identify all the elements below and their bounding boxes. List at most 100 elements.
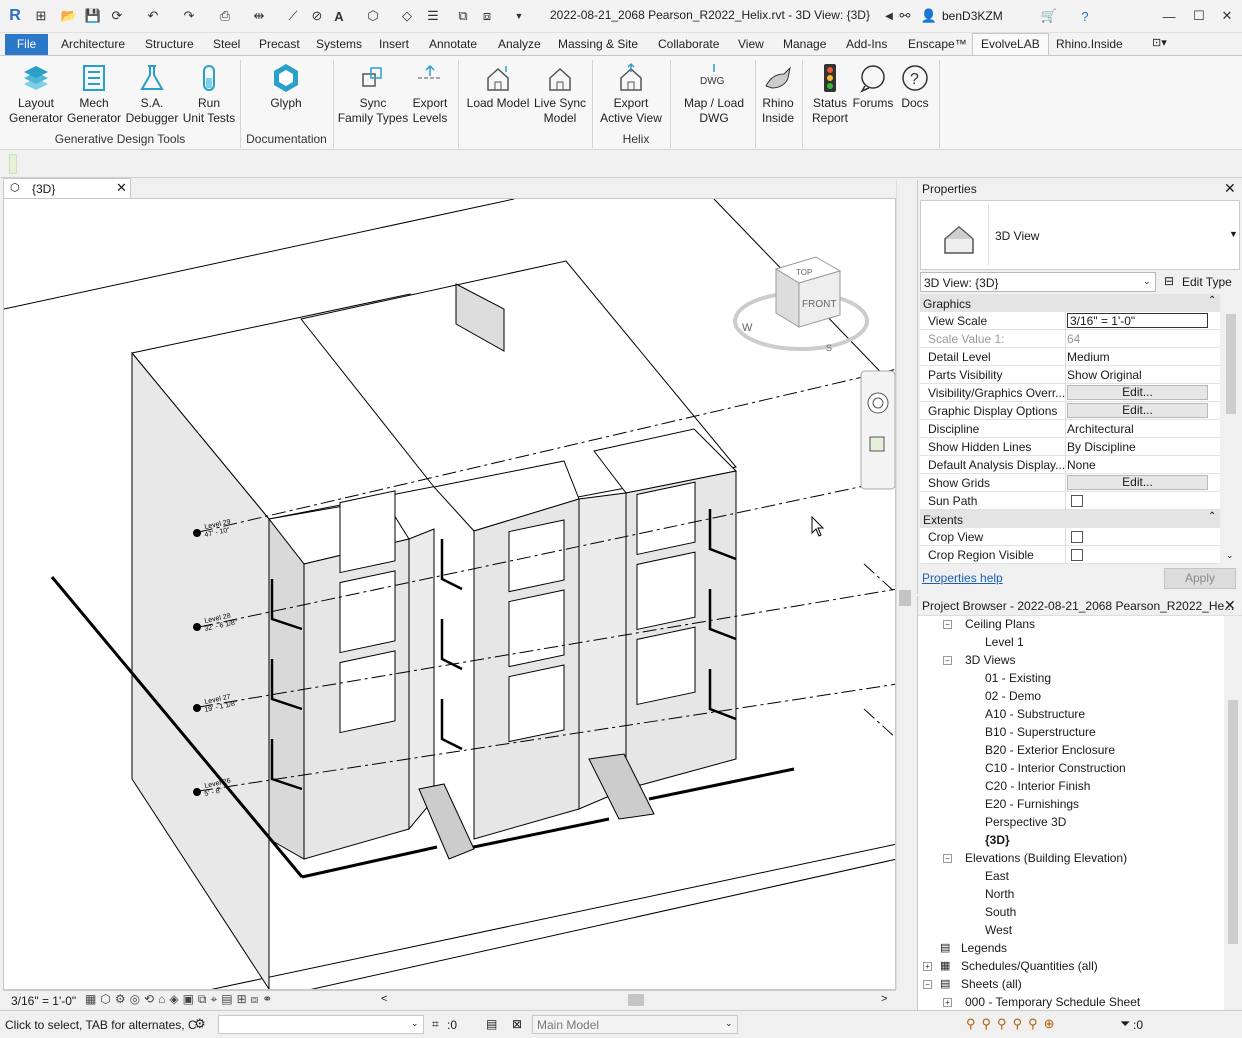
tab-massing-site[interactable]: Massing & Site xyxy=(558,37,638,51)
print-icon[interactable]: ⎙ xyxy=(216,7,234,25)
tree-view-a10[interactable]: A10 - Substructure xyxy=(985,707,1085,721)
tab-annotate[interactable]: Annotate xyxy=(429,37,477,51)
tree-view-c20[interactable]: C20 - Interior Finish xyxy=(985,779,1090,793)
group-helix[interactable]: Helix xyxy=(333,132,939,146)
binoculars-icon[interactable]: ⚯ xyxy=(896,7,914,25)
export-levels-button[interactable]: Export Levels xyxy=(408,58,452,126)
tab-precast[interactable]: Precast xyxy=(259,37,300,51)
crop-view-checkbox[interactable] xyxy=(1071,531,1083,543)
chevron-down-icon[interactable]: ⌄ xyxy=(1226,550,1234,561)
live-sync-model-button[interactable]: Live Sync Model xyxy=(532,58,588,126)
cart-icon[interactable]: 🛒 xyxy=(1040,7,1058,25)
tree-level-1[interactable]: Level 1 xyxy=(985,635,1024,649)
save-icon[interactable]: 💾 xyxy=(84,7,102,25)
group-generative-design-tools[interactable]: Generative Design Tools xyxy=(0,132,240,146)
vg-edit-button[interactable]: Edit... xyxy=(1067,385,1208,400)
revit-logo-icon[interactable]: R xyxy=(6,7,24,25)
apply-button[interactable]: Apply xyxy=(1164,568,1236,589)
tree-legends[interactable]: Legends xyxy=(961,941,1007,955)
user-icon[interactable]: 👤 xyxy=(920,7,938,25)
close-hidden-icon[interactable]: ⧉ xyxy=(454,7,472,25)
tree-elev-north[interactable]: North xyxy=(985,887,1014,901)
customize-qat-icon[interactable]: ▼ xyxy=(510,7,528,25)
tab-insert[interactable]: Insert xyxy=(379,37,409,51)
properties-help-link[interactable]: Properties help xyxy=(922,571,1003,585)
docs-button[interactable]: ? Docs xyxy=(896,58,934,111)
tab-manage[interactable]: Manage xyxy=(783,37,826,51)
tab-steel[interactable]: Steel xyxy=(213,37,240,51)
section-graphics[interactable]: Graphics ⌃ xyxy=(920,294,1220,312)
design-options-icon[interactable]: ▤ xyxy=(486,1017,497,1031)
type-selector[interactable]: 3D View ▼ xyxy=(920,200,1240,270)
expand-icon[interactable]: + xyxy=(923,962,932,971)
chevron-down-icon[interactable]: ⌄ xyxy=(1143,276,1151,287)
thin-lines-icon[interactable]: ☰ xyxy=(424,7,442,25)
user-name[interactable]: benD3KZM xyxy=(942,9,1003,23)
export-active-view-button[interactable]: Export Active View xyxy=(598,58,664,126)
tab-systems[interactable]: Systems xyxy=(316,37,362,51)
ribbon-options-icon[interactable]: ⊡▾ xyxy=(1152,36,1167,49)
grids-edit-button[interactable]: Edit... xyxy=(1067,475,1208,490)
tree-view-b10[interactable]: B10 - Superstructure xyxy=(985,725,1096,739)
tree-sheet-000[interactable]: 000 - Temporary Schedule Sheet xyxy=(965,995,1140,1009)
chevron-right-icon[interactable]: > xyxy=(881,993,887,1005)
home-icon[interactable]: ⊞ xyxy=(32,7,50,25)
dimension-icon[interactable]: ⟋ xyxy=(284,7,302,25)
status-report-button[interactable]: Status Report xyxy=(808,58,852,126)
help-icon[interactable]: ? xyxy=(1076,7,1094,25)
view-scale-control[interactable]: 3/16" = 1'-0" xyxy=(11,994,76,1008)
scrollbar-thumb[interactable] xyxy=(899,590,911,606)
tree-view-01-existing[interactable]: 01 - Existing xyxy=(985,671,1051,685)
3d-viewport[interactable]: Level 29 47' - 10" Level 28 32' - 6 1/8"… xyxy=(3,198,896,990)
tree-ceiling-plans[interactable]: Ceiling Plans xyxy=(965,617,1035,631)
exclude-options-icon[interactable]: ⊠ xyxy=(512,1017,522,1031)
collapse-icon[interactable]: − xyxy=(943,854,952,863)
scrollbar-thumb[interactable] xyxy=(1226,314,1236,414)
editable-only-icon[interactable]: ⌗ xyxy=(432,1017,439,1032)
prop-show-hidden-lines[interactable]: Show Hidden Lines By Discipline xyxy=(920,438,1220,456)
tree-sheets[interactable]: Sheets (all) xyxy=(961,977,1022,991)
tree-view-c10[interactable]: C10 - Interior Construction xyxy=(985,761,1126,775)
prop-visibility-graphics[interactable]: Visibility/Graphics Overr... Edit... xyxy=(920,384,1220,402)
gdo-edit-button[interactable]: Edit... xyxy=(1067,403,1208,418)
tree-view-b20[interactable]: B20 - Exterior Enclosure xyxy=(985,743,1115,757)
tree-schedules[interactable]: Schedules/Quantities (all) xyxy=(961,959,1098,973)
prop-parts-visibility[interactable]: Parts Visibility Show Original xyxy=(920,366,1220,384)
crop-region-checkbox[interactable] xyxy=(1071,549,1083,561)
expand-icon[interactable]: + xyxy=(943,998,952,1007)
chevron-down-icon[interactable]: ▼ xyxy=(1229,229,1238,239)
group-documentation[interactable]: Documentation xyxy=(240,132,333,146)
prop-crop-region-visible[interactable]: Crop Region Visible xyxy=(920,546,1220,564)
worksets-icon[interactable]: ⚙ xyxy=(194,1016,206,1032)
tab-add-ins[interactable]: Add-Ins xyxy=(846,37,887,51)
collapse-icon[interactable]: − xyxy=(943,620,952,629)
tree-view-perspective[interactable]: Perspective 3D xyxy=(985,815,1066,829)
instance-selector[interactable]: 3D View: {3D} ⌄ xyxy=(920,272,1156,292)
glyph-button[interactable]: Glyph xyxy=(256,58,316,111)
tree-elev-south[interactable]: South xyxy=(985,905,1016,919)
switch-windows-icon[interactable]: ⧈ xyxy=(478,7,496,25)
forums-button[interactable]: Forums xyxy=(851,58,895,111)
prop-sun-path[interactable]: Sun Path xyxy=(920,492,1220,510)
text-icon[interactable]: A xyxy=(330,7,348,25)
selection-toggle-icons[interactable]: ⚲⚲⚲⚲⚲⊕ xyxy=(966,1016,1061,1032)
prop-view-scale[interactable]: View Scale 3/16" = 1'-0" xyxy=(920,312,1220,330)
tree-elevations[interactable]: Elevations (Building Elevation) xyxy=(965,851,1127,865)
tree-view-3d-active[interactable]: {3D} xyxy=(985,833,1010,847)
close-icon[interactable]: ✕ xyxy=(1224,180,1236,197)
minimize-icon[interactable]: — xyxy=(1160,7,1178,25)
mech-generator-button[interactable]: Mech Generator xyxy=(66,58,122,126)
close-icon[interactable]: ✕ xyxy=(116,180,127,196)
building-model[interactable]: Level 29 47' - 10" Level 28 32' - 6 1/8"… xyxy=(4,199,896,990)
edit-type-button[interactable]: ⊟ Edit Type xyxy=(1162,272,1242,292)
prop-show-grids[interactable]: Show Grids Edit... xyxy=(920,474,1220,492)
viewport-scrollbar[interactable] xyxy=(896,180,913,990)
open-icon[interactable]: 📂 xyxy=(60,7,78,25)
sync-central-icon[interactable]: ⟳ xyxy=(108,7,126,25)
navigation-bar[interactable] xyxy=(860,370,895,490)
view-tab-3d[interactable]: ⬡ {3D} ✕ xyxy=(3,178,131,198)
maximize-icon[interactable]: ☐ xyxy=(1190,7,1208,25)
close-icon[interactable]: ✕ xyxy=(1224,597,1236,614)
tag-icon[interactable]: ⊘ xyxy=(308,7,326,25)
section-icon[interactable]: ◇ xyxy=(398,7,416,25)
